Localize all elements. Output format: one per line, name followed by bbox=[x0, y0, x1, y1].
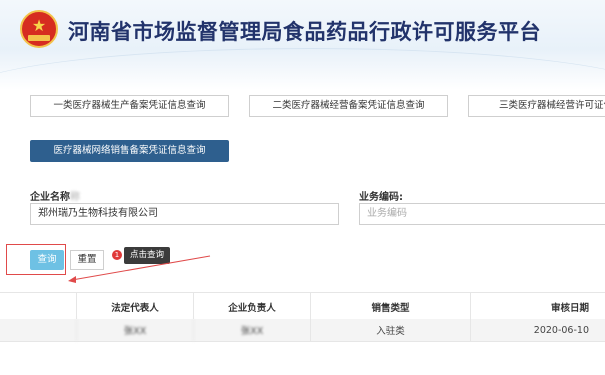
results-table-header: 法定代表人 企业负责人 销售类型 审核日期 bbox=[0, 292, 605, 321]
table-header-cell: 销售类型 bbox=[310, 293, 470, 320]
business-code-input[interactable]: 业务编码 bbox=[359, 203, 605, 225]
table-row[interactable]: 张XX 张XX 入驻类 2020-06-10 bbox=[0, 319, 605, 342]
table-cell bbox=[0, 319, 76, 341]
company-name-label: 企业名称称 bbox=[30, 192, 80, 203]
table-header-cell: 企业负责人 bbox=[193, 293, 310, 320]
site-title: 河南省市场监督管理局食品药品行政许可服务平台 bbox=[68, 20, 541, 44]
table-cell-legal-rep: 张XX bbox=[76, 319, 193, 341]
table-header-cell: 法定代表人 bbox=[76, 293, 193, 320]
annotation-arrow-icon bbox=[68, 255, 211, 283]
table-header-cell: 审核日期 bbox=[470, 293, 605, 320]
nav-class3-license-query[interactable]: 三类医疗器械经营许可证信息查询 bbox=[468, 95, 605, 117]
query-button[interactable]: 查询 bbox=[30, 250, 64, 270]
nav-network-sales-query[interactable]: 医疗器械网络销售备案凭证信息查询 bbox=[30, 140, 229, 162]
nav-class1-production-query[interactable]: 一类医疗器械生产备案凭证信息查询 bbox=[30, 95, 229, 117]
table-cell-manager: 张XX bbox=[193, 319, 310, 341]
company-name-input[interactable]: 郑州瑞乃生物科技有限公司 bbox=[30, 203, 339, 225]
header-arc-decoration bbox=[0, 48, 605, 90]
nav-class2-business-query[interactable]: 二类医疗器械经营备案凭证信息查询 bbox=[249, 95, 448, 117]
table-cell-sales-type: 入驻类 bbox=[310, 319, 470, 341]
national-emblem-icon: ★ bbox=[20, 10, 58, 48]
table-header-cell bbox=[0, 293, 76, 320]
business-code-label: 业务编码: bbox=[359, 192, 403, 203]
site-header: ★ 河南省市场监督管理局食品药品行政许可服务平台 bbox=[0, 0, 605, 90]
table-cell-review-date: 2020-06-10 bbox=[470, 319, 605, 341]
